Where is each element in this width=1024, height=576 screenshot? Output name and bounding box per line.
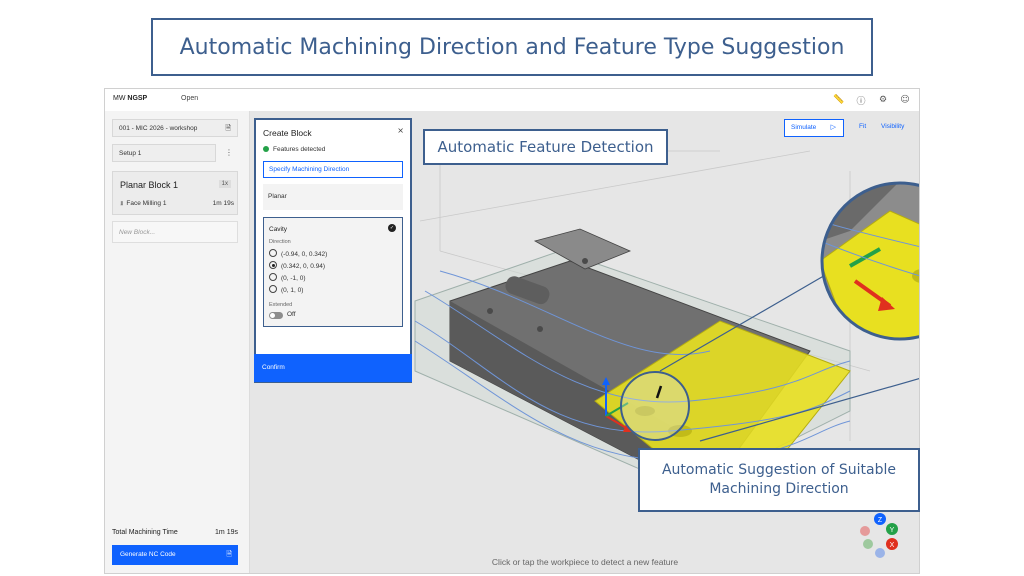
new-block-input[interactable]: New Block... [112,221,238,243]
cavity-title: Cavity [269,226,288,233]
visibility-button[interactable]: Visibility [881,123,904,130]
direction-option[interactable]: (0, 1, 0) [269,285,303,294]
radio-icon [269,249,277,257]
fit-button[interactable]: Fit [859,123,866,130]
direction-option[interactable]: (0, -1, 0) [269,273,306,282]
operation-time: 1m 19s [212,200,234,207]
callout-direction-suggestion: Automatic Suggestion of Suitable Machinin… [638,448,920,512]
simulate-button[interactable]: Simulate ▷ [784,119,844,137]
create-block-panel: Create Block × Features detected Specify… [254,118,412,383]
operation-row[interactable]: ⫫ Face Milling 1 1m 19s [120,200,234,208]
gizmo-y-label: Y [890,527,895,534]
hole [582,258,588,264]
panel-title: Create Block [263,128,312,138]
radio-selected-icon [269,261,277,269]
feature-option-cavity[interactable]: Cavity ✓ Direction (-0.94, 0, 0.342) (0.… [263,217,403,327]
block-card[interactable]: Planar Block 1 1x ⫫ Face Milling 1 1m 19s [112,171,238,215]
setup-selector[interactable]: Setup 1 [112,144,216,162]
user-icon[interactable]: ☺ [897,92,913,108]
direction-option[interactable]: (-0.94, 0, 0.342) [269,249,327,258]
open-button[interactable]: Open [181,95,198,102]
callout-feature-detection: Automatic Feature Detection [423,129,668,165]
kebab-menu-icon[interactable]: ⋮ [225,148,233,157]
top-bar: MW NGSP Open 📏 ⓘ ⚙ ☺ [105,89,919,112]
gizmo-x-label: X [890,542,895,549]
status-dot-icon [263,146,269,152]
block-count-badge: 1x [218,180,231,188]
feature-option-planar[interactable]: Planar [263,184,403,210]
gizmo-z-label: Z [878,517,883,524]
ruler-icon[interactable]: 📏 [831,92,847,108]
generate-nc-code-button[interactable]: Generate NC Code 🗎 [112,545,238,565]
info-icon[interactable]: ⓘ [853,92,869,108]
radio-icon [269,285,277,293]
gear-icon[interactable]: ⚙ [875,92,891,108]
top-toolbar: 📏 ⓘ ⚙ ☺ [831,92,913,108]
milling-icon: ⫫ [120,200,124,207]
specify-direction-button[interactable]: Specify Machining Direction [263,161,403,178]
magnifier-small-circle [620,371,690,441]
play-icon: ▷ [830,123,836,131]
confirm-button[interactable]: Confirm [254,354,412,382]
direction-label: Direction [269,239,291,245]
document-icon: 🗎 [226,550,232,558]
detection-status: Features detected [263,146,325,153]
total-machining-time: Total Machining Time 1m 19s [112,529,238,536]
checkmark-icon: ✓ [388,224,396,232]
viewport-hint: Click or tap the workpiece to detect a n… [491,557,679,567]
direction-option[interactable]: (0.342, 0, 0.94) [269,261,325,270]
app-brand: MW NGSP [113,95,148,102]
file-selector[interactable]: 001 - MIC 2026 - workshop 🗎 [112,119,238,137]
close-icon[interactable]: × [397,126,404,135]
orientation-gizmo[interactable]: Z Y X [860,513,898,558]
sidebar: 001 - MIC 2026 - workshop 🗎 Setup 1 ⋮ Pl… [105,111,250,573]
radio-icon [269,273,277,281]
hole [487,308,493,314]
document-icon: 🗎 [225,124,231,132]
hole [537,326,543,332]
extended-value: Off [287,311,296,318]
block-name: Planar Block 1 [120,180,179,190]
extended-label: Extended [269,302,293,308]
magnifier-large-view [822,183,919,339]
extended-toggle[interactable] [269,312,283,319]
banner-title: Automatic Machining Direction and Featur… [151,18,873,76]
